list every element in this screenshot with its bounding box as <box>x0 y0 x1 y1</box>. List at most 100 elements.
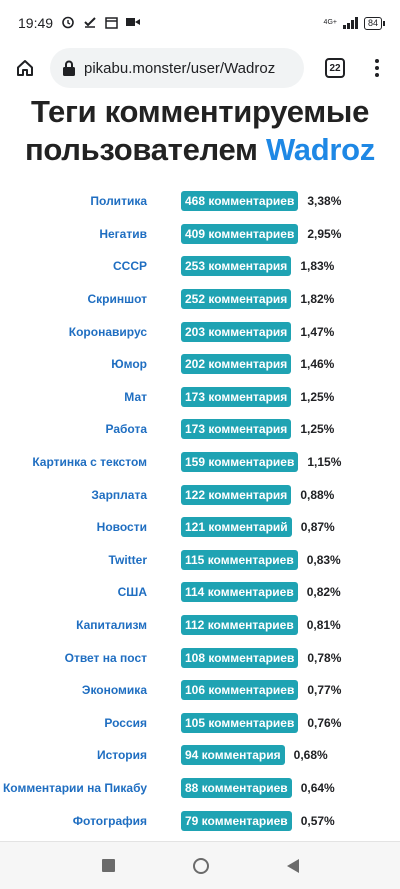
percent-label: 0,76% <box>307 715 342 730</box>
status-bar: 19:49 4G+ 84 <box>0 0 400 46</box>
status-right: 4G+ 84 <box>323 16 386 30</box>
recents-button[interactable] <box>101 859 115 872</box>
tag-link[interactable]: Twitter <box>0 553 181 567</box>
more-vert-icon <box>375 59 379 77</box>
tag-link[interactable]: Фотография <box>0 814 181 828</box>
tag-row: Комментарии на Пикабу 88 комментариев 0,64… <box>0 772 400 805</box>
percent-label: 0,88% <box>300 487 335 502</box>
percent-label: 1,82% <box>300 292 335 307</box>
percent-label: 0,78% <box>307 650 342 665</box>
comment-count-badge: 112 комментариев <box>181 615 298 636</box>
tag-link[interactable]: Картинка с текстом <box>0 455 181 469</box>
comment-count-badge: 409 комментариев <box>181 223 299 244</box>
address-bar[interactable]: pikabu.monster/user/Wadroz <box>50 48 304 88</box>
tag-row: Скриншот 252 комментария 1,82% <box>0 283 400 316</box>
video-icon <box>126 16 141 30</box>
comment-count-badge: 159 комментариев <box>181 452 299 473</box>
tag-link[interactable]: Юмор <box>0 357 181 371</box>
tag-row: Ответ на пост 108 комментариев 0,78% <box>0 641 400 674</box>
calendar-icon <box>105 16 118 31</box>
comment-count-badge: 115 комментариев <box>181 549 298 570</box>
tag-link[interactable]: Политика <box>0 194 181 208</box>
percent-label: 1,46% <box>300 357 335 372</box>
tag-row: Экономика 106 комментариев 0,77% <box>0 674 400 707</box>
tag-row: Мат 173 комментария 1,25% <box>0 381 400 414</box>
tag-link[interactable]: Мат <box>0 390 181 404</box>
tag-row: Новости 121 комментарий 0,87% <box>0 511 400 544</box>
percent-label: 1,15% <box>307 455 342 470</box>
percent-label: 0,64% <box>300 780 335 795</box>
tag-list: Политика 468 комментариев 3,38% Негатив 409 … <box>0 185 400 837</box>
tag-link[interactable]: История <box>0 748 181 762</box>
percent-label: 0,87% <box>300 520 335 535</box>
comment-count-badge: 202 комментария <box>181 354 292 375</box>
tag-row: Работа 173 комментария 1,25% <box>0 413 400 446</box>
tag-row: Капитализм 112 комментариев 0,81% <box>0 609 400 642</box>
tabs-button[interactable]: 22 <box>310 46 360 90</box>
battery-icon: 84 <box>363 16 386 30</box>
comment-count-badge: 114 комментариев <box>181 582 298 603</box>
tag-link[interactable]: Комментарии на Пикабу <box>0 781 181 795</box>
percent-label: 0,83% <box>306 552 341 567</box>
more-menu-button[interactable] <box>360 46 394 90</box>
status-time: 19:49 <box>18 15 54 31</box>
comment-count-badge: 106 комментариев <box>181 680 299 701</box>
comment-count-badge: 79 комментариев <box>181 810 292 831</box>
comment-count-badge: 173 комментария <box>181 386 292 407</box>
tag-row: Twitter 115 комментариев 0,83% <box>0 544 400 577</box>
url-text: pikabu.monster/user/Wadroz <box>84 59 276 77</box>
home-button[interactable] <box>0 46 50 90</box>
comment-count-badge: 122 комментария <box>181 484 292 505</box>
tag-link[interactable]: Негатив <box>0 227 181 241</box>
tag-link[interactable]: СССР <box>0 259 181 273</box>
percent-label: 1,25% <box>300 422 335 437</box>
comment-count-badge: 88 комментариев <box>181 777 292 798</box>
percent-label: 1,25% <box>300 389 335 404</box>
lock-icon <box>63 60 75 76</box>
page-content: Теги комментируемые пользователем Wadroz… <box>0 90 400 841</box>
comment-count-badge: 468 комментариев <box>181 191 299 212</box>
comment-count-badge: 252 комментария <box>181 289 292 310</box>
tag-row: СССР 253 комментария 1,83% <box>0 250 400 283</box>
percent-label: 3,38% <box>307 194 342 209</box>
tag-row: Картинка с текстом 159 комментариев 1,15% <box>0 446 400 479</box>
username-link[interactable]: Wadroz <box>266 132 375 167</box>
tag-link[interactable]: Экономика <box>0 683 181 697</box>
browser-toolbar: pikabu.monster/user/Wadroz 22 <box>0 46 400 90</box>
tab-count: 22 <box>325 58 345 78</box>
tag-row: История 94 комментария 0,68% <box>0 739 400 772</box>
percent-label: 0,82% <box>306 585 341 600</box>
comment-count-badge: 203 комментария <box>181 321 292 342</box>
alarm-icon <box>61 15 75 31</box>
tag-link[interactable]: Новости <box>0 520 181 534</box>
back-button[interactable] <box>286 858 299 873</box>
tag-link[interactable]: Зарплата <box>0 488 181 502</box>
network-label: 4G+ <box>323 19 337 26</box>
check-icon <box>83 15 97 31</box>
percent-label: 0,81% <box>306 618 341 633</box>
percent-label: 0,68% <box>293 748 328 763</box>
home-nav-button[interactable] <box>192 857 209 874</box>
comment-count-badge: 94 комментария <box>181 745 285 766</box>
tag-link[interactable]: Коронавирус <box>0 325 181 339</box>
tag-row: Зарплата 122 комментария 0,88% <box>0 478 400 511</box>
tag-row: США 114 комментариев 0,82% <box>0 576 400 609</box>
tag-link[interactable]: Скриншот <box>0 292 181 306</box>
percent-label: 2,95% <box>307 226 342 241</box>
tag-link[interactable]: США <box>0 585 181 599</box>
percent-label: 0,77% <box>307 683 342 698</box>
tag-row: Россия 105 комментариев 0,76% <box>0 707 400 740</box>
status-left: 19:49 <box>18 15 141 31</box>
android-nav-bar <box>0 841 400 889</box>
tag-link[interactable]: Капитализм <box>0 618 181 632</box>
tag-link[interactable]: Ответ на пост <box>0 651 181 665</box>
signal-icon <box>342 17 358 29</box>
percent-label: 1,83% <box>300 259 335 274</box>
comment-count-badge: 121 комментарий <box>181 517 292 538</box>
comment-count-badge: 105 комментариев <box>181 712 299 733</box>
tag-row: Коронавирус 203 комментария 1,47% <box>0 315 400 348</box>
comment-count-badge: 253 комментария <box>181 256 292 277</box>
tag-link[interactable]: Работа <box>0 422 181 436</box>
tag-link[interactable]: Россия <box>0 716 181 730</box>
page-title: Теги комментируемые пользователем Wadroz <box>0 93 400 169</box>
